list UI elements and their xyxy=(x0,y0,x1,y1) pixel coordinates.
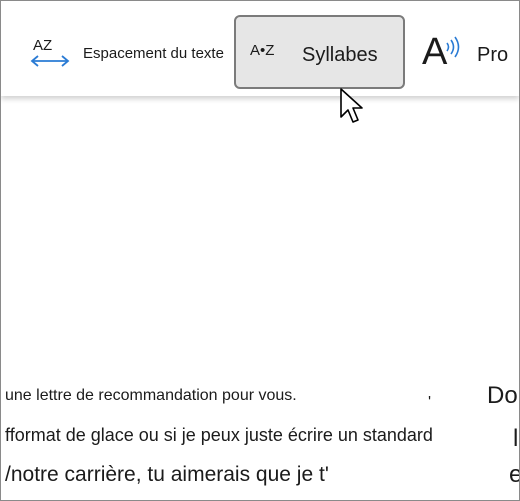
text-spacing-icon[interactable]: AZ xyxy=(29,37,71,71)
syllables-label: Syllabes xyxy=(302,44,378,66)
stray-mark: ' xyxy=(428,394,432,411)
text-line-2: fformat de glace ou si je peux juste écr… xyxy=(5,425,433,446)
right-fragment-1: Do xyxy=(487,382,518,409)
speech-label[interactable]: Pro xyxy=(477,44,508,67)
text-line-2-body: format de glace ou si je peux juste écri… xyxy=(9,425,433,445)
text-line-1: une lettre de recommandation pour vous. xyxy=(5,387,297,404)
right-fragment-3: e xyxy=(509,461,519,489)
syllables-button[interactable]: A•Z Syllabes xyxy=(234,15,405,89)
reader-window: AZ Espacement du texte A•Z Syllabes A Pr… xyxy=(0,0,520,501)
text-spacing-label[interactable]: Espacement du texte xyxy=(83,45,224,62)
mouse-pointer-icon xyxy=(340,88,363,123)
text-line-3: /notre carrière, tu aimerais que je t' xyxy=(5,463,329,487)
text-line-3-body: notre carrière, tu aimerais que je t' xyxy=(10,463,329,486)
double-arrow-icon xyxy=(30,55,70,67)
sound-waves-icon xyxy=(446,36,460,58)
text-spacing-icon-glyph: AZ xyxy=(33,37,53,54)
speech-icon[interactable]: A xyxy=(422,31,462,75)
right-fragment-2: l xyxy=(513,425,519,452)
reader-toolbar: AZ Espacement du texte A•Z Syllabes A Pr… xyxy=(1,1,519,96)
syllables-icon: A•Z xyxy=(250,42,275,59)
